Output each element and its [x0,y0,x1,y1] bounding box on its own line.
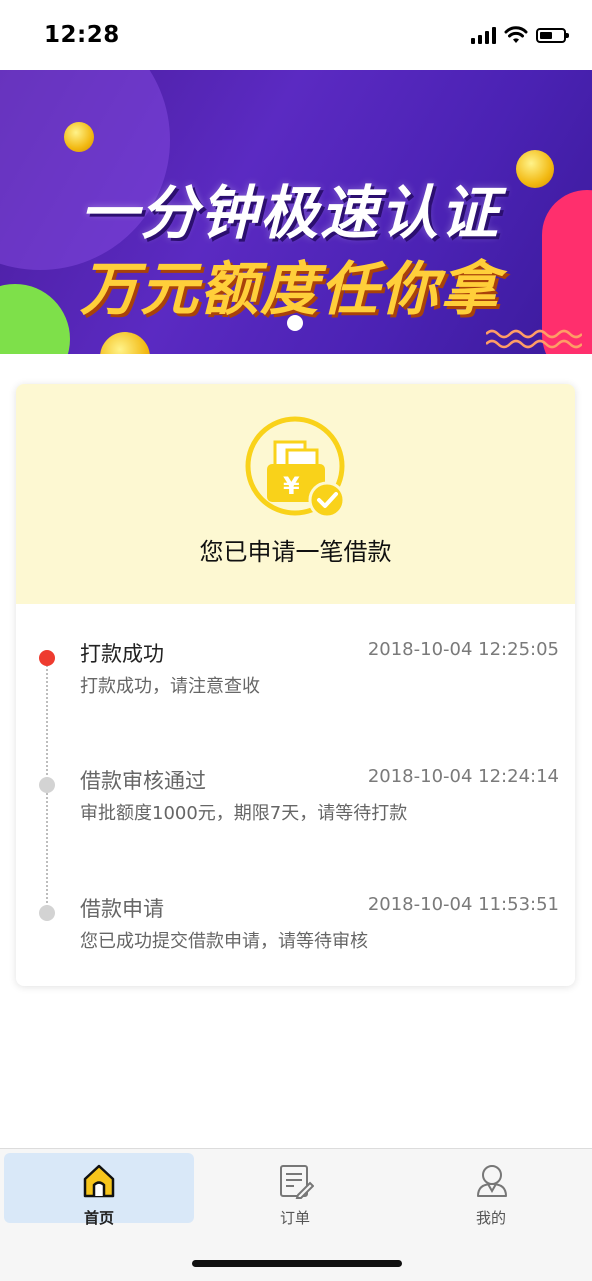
timeline-item-title: 借款申请 [80,897,164,921]
timeline-dot [39,777,55,793]
carousel-indicator[interactable] [287,315,303,331]
home-icon [83,1164,115,1198]
coin-icon [516,150,554,188]
coin-icon [100,332,150,354]
tab-orders[interactable]: 订单 [200,1153,390,1227]
status-time: 12:28 [44,22,120,48]
timeline-item-time: 2018-10-04 11:53:51 [367,894,559,915]
banner-headline: 一分钟极速认证 [80,179,501,247]
tab-mine-label: 我的 [475,1209,506,1227]
wifi-icon [504,26,528,43]
timeline-dot-active [39,650,55,666]
tab-home-label: 首页 [83,1209,114,1227]
banner-subheadline: 万元额度任你拿 [80,255,501,323]
loan-status-card: ¥ 您已申请一笔借款 打款成功 2018-10-04 12:25:05 打款成功… [16,384,575,986]
card-header: ¥ 您已申请一笔借款 [16,384,575,604]
tab-home[interactable]: 首页 [4,1153,194,1227]
timeline-item-time: 2018-10-04 12:25:05 [367,639,559,660]
promo-banner[interactable]: 一分钟极速认证 万元额度任你拿 [0,70,592,354]
banner-decoration [0,284,70,354]
timeline-item-title: 打款成功 [80,642,164,666]
home-indicator[interactable] [192,1260,402,1267]
timeline-item-title: 借款审核通过 [80,769,206,793]
order-list-icon [280,1165,314,1199]
card-title: 您已申请一笔借款 [199,538,392,566]
user-profile-icon [477,1165,507,1197]
timeline-item-desc: 您已成功提交借款申请，请等待审核 [80,931,368,952]
status-icons [471,26,569,44]
zigzag-decoration [486,329,582,349]
timeline-item-desc: 打款成功，请注意查收 [80,676,260,697]
battery-icon [536,27,569,43]
timeline-item-time: 2018-10-04 12:24:14 [367,766,559,787]
timeline-item-desc: 审批额度1000元，期限7天，请等待打款 [80,803,408,824]
tab-mine[interactable]: 我的 [396,1153,586,1227]
timeline-dot [39,905,55,921]
svg-text:¥: ¥ [283,472,300,500]
status-bar: 12:28 [0,0,592,70]
coin-icon [64,122,94,152]
tab-orders-label: 订单 [279,1209,310,1227]
cellular-signal-icon [471,26,496,44]
wallet-yen-check-icon: ¥ [245,416,346,519]
